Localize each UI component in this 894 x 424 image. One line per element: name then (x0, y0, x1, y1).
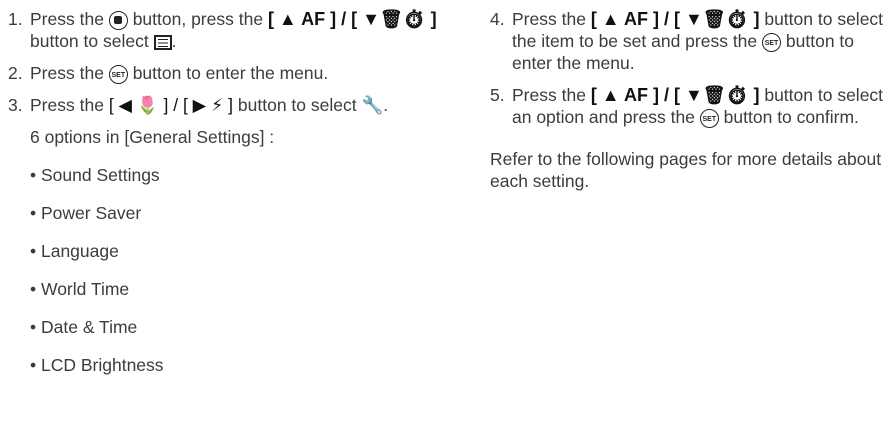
step-text: . (171, 31, 177, 51)
wrench-icon: 🔧 (361, 95, 384, 115)
option-item: • Sound Settings (30, 165, 160, 185)
option-item: • Date & Time (30, 317, 138, 337)
option-item: • Power Saver (30, 203, 142, 223)
option-item: • World Time (30, 279, 130, 299)
step-number: 4. (490, 9, 505, 29)
step-number: 3. (8, 95, 23, 115)
refer-text: Refer to the following pages for more de… (490, 149, 882, 191)
set-button-icon: SET (108, 64, 128, 84)
step-text: . (383, 95, 389, 115)
up-down-buttons: [ ▲ AF ] / [ ▼🗑⏱ ] (590, 85, 760, 105)
option-item: • LCD Brightness (30, 355, 164, 375)
menu-button-icon (108, 10, 128, 30)
step-text: Press the (512, 9, 586, 29)
up-down-buttons: [ ▲ AF ] / [ ▼🗑⏱ ] (590, 9, 760, 29)
up-down-buttons: [ ▲ AF ] / [ ▼🗑⏱ ] (267, 9, 437, 29)
step-text: button to enter the menu. (132, 63, 329, 83)
step-text: button to select (237, 95, 357, 115)
step-number: 5. (490, 85, 505, 105)
left-column: 1. Press the button, press the [ ▲ AF ] … (8, 8, 448, 376)
step-text: button, press the (132, 9, 264, 29)
step-text: Press the (512, 85, 586, 105)
step-4: 4. Press the [ ▲ AF ] / [ ▼🗑⏱ ] button t… (490, 8, 890, 74)
option-item: • Language (30, 241, 119, 261)
step-text: button to confirm. (723, 107, 859, 127)
menu-list-icon (153, 34, 172, 50)
step-3: 3. Press the [ ◀ 🌷 ] / [ ▶ ⚡ ] button to… (8, 94, 448, 116)
set-button-icon: SET (762, 32, 782, 52)
step-text: Press the (30, 9, 104, 29)
step-1: 1. Press the button, press the [ ▲ AF ] … (8, 8, 448, 52)
left-right-buttons: [ ◀ 🌷 ] / [ ▶ ⚡ ] (108, 95, 234, 115)
step-number: 1. (8, 9, 23, 29)
step-number: 2. (8, 63, 23, 83)
step-text: Press the (30, 63, 104, 83)
right-column: 4. Press the [ ▲ AF ] / [ ▼🗑⏱ ] button t… (490, 8, 890, 192)
step-2: 2. Press the SET button to enter the men… (8, 62, 448, 84)
step-5: 5. Press the [ ▲ AF ] / [ ▼🗑⏱ ] button t… (490, 84, 890, 128)
set-button-icon: SET (699, 108, 719, 128)
options-subheading: 6 options in [General Settings] : (30, 127, 275, 147)
step-text: button to select (30, 31, 149, 51)
step-text: Press the (30, 95, 104, 115)
